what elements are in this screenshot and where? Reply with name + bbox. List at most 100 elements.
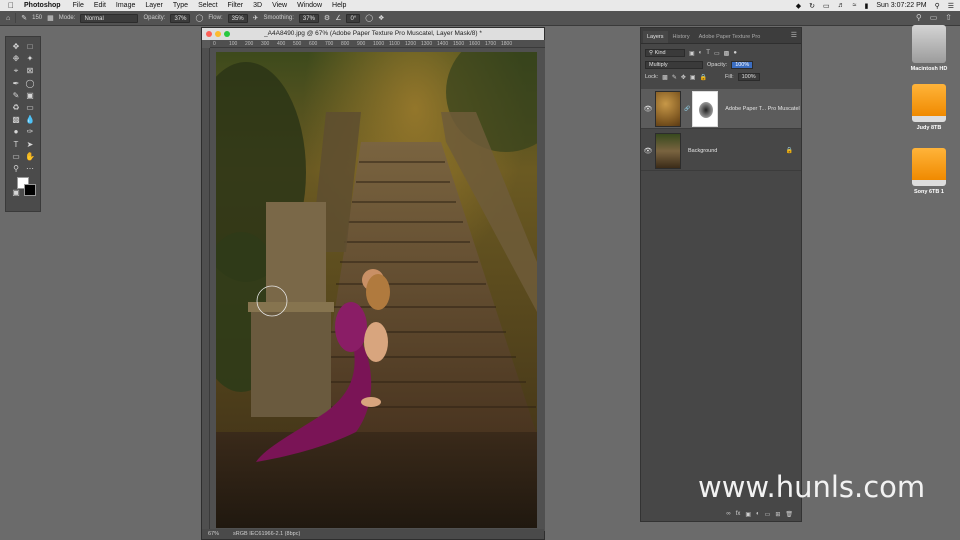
hand-tool-icon[interactable]: ✋ — [23, 151, 37, 163]
angle-icon[interactable]: ∠ — [335, 14, 341, 22]
filter-shape-icon[interactable]: ▭ — [714, 50, 720, 57]
smoothing-field[interactable]: 37% — [298, 13, 319, 23]
layer-opacity-field[interactable]: 100% — [731, 61, 754, 69]
home-icon[interactable]: ⌂ — [6, 15, 10, 22]
visibility-eye-icon[interactable]: 👁 — [641, 105, 655, 113]
layer-name[interactable]: Adobe Paper T... Pro Muscatel — [725, 106, 800, 112]
minimize-window-icon[interactable] — [215, 31, 221, 37]
zoom-level[interactable]: 67% — [208, 529, 219, 539]
panel-menu-icon[interactable]: ☰ — [791, 31, 797, 39]
shape-tool-icon[interactable]: ▭ — [9, 151, 23, 163]
layer-style-icon[interactable]: fx — [736, 511, 741, 517]
marquee-tool-icon[interactable]: □ — [23, 41, 37, 53]
menu-type[interactable]: Type — [173, 2, 188, 9]
wifi-icon[interactable]: ≈ — [853, 2, 857, 9]
stamp-tool-icon[interactable]: ▣ — [23, 90, 37, 102]
magic-wand-icon[interactable]: ✦ — [23, 53, 37, 65]
document-titlebar[interactable]: _A4A8490.jpg @ 67% (Adobe Paper Texture … — [202, 28, 544, 40]
layer-row-background[interactable]: 👁 Background 🔒 — [641, 131, 801, 171]
brush-settings-icon[interactable]: ▦ — [47, 14, 54, 22]
crop-tool-icon[interactable]: ⌖ — [9, 65, 23, 77]
opacity-field[interactable]: 37% — [170, 13, 191, 23]
photo-canvas[interactable] — [216, 52, 537, 528]
lock-pixels-icon[interactable]: ✎ — [672, 74, 677, 81]
background-color-swatch[interactable] — [24, 184, 36, 197]
angle-field[interactable]: 0° — [346, 13, 361, 23]
notification-icon[interactable]: ☰ — [948, 2, 954, 10]
lock-all-icon[interactable]: 🔒 — [700, 74, 707, 81]
link-layers-icon[interactable]: ∞ — [726, 511, 730, 517]
lock-transparency-icon[interactable]: ▩ — [662, 74, 668, 81]
path-selection-icon[interactable]: ➤ — [23, 139, 37, 151]
lock-position-icon[interactable]: ✥ — [681, 74, 686, 81]
smoothing-settings-icon[interactable]: ⚙ — [324, 14, 330, 22]
display-icon[interactable]: ▭ — [823, 2, 830, 10]
filter-adjustment-icon[interactable]: ◐ — [699, 50, 703, 56]
type-tool-icon[interactable]: T — [9, 139, 23, 151]
menu-filter[interactable]: Filter — [228, 2, 244, 9]
share-icon[interactable]: ⇧ — [945, 13, 952, 22]
menu-file[interactable]: File — [73, 2, 84, 9]
tab-paper-texture[interactable]: Adobe Paper Texture Pro — [695, 31, 765, 43]
pen-tool-icon[interactable]: ✑ — [23, 126, 37, 138]
layer-row-paper-texture[interactable]: 👁 🔗 Adobe Paper T... Pro Muscatel — [641, 89, 801, 129]
move-tool-icon[interactable]: ✥ — [9, 41, 23, 53]
healing-brush-icon[interactable]: ◯ — [23, 78, 37, 90]
menu-image[interactable]: Image — [116, 2, 135, 9]
spotlight-icon[interactable]: ⚲ — [935, 2, 940, 10]
sync-icon[interactable]: ↻ — [809, 2, 815, 10]
symmetry-icon[interactable]: ❖ — [378, 14, 384, 22]
menu-clock[interactable]: Sun 3:07:22 PM — [876, 2, 926, 9]
horizontal-ruler[interactable]: 0 100 200 300 400 500 600 700 800 900 10… — [210, 40, 545, 48]
dodge-tool-icon[interactable]: ● — [9, 126, 23, 138]
menu-layer[interactable]: Layer — [145, 2, 163, 9]
desktop-drive-judy[interactable]: Judy 8TB — [904, 84, 954, 131]
eyedropper-icon[interactable]: ✒ — [9, 78, 23, 90]
gradient-tool-icon[interactable]: ▩ — [9, 114, 23, 126]
menu-window[interactable]: Window — [297, 2, 322, 9]
vertical-ruler[interactable] — [202, 48, 210, 531]
blend-mode-select[interactable]: Multiply — [645, 61, 703, 69]
fill-field[interactable]: 100% — [737, 73, 760, 81]
canvas-area[interactable] — [210, 48, 545, 531]
color-profile[interactable]: sRGB IEC61966-2.1 (8bpc) — [233, 529, 300, 539]
mask-link-icon[interactable]: 🔗 — [684, 106, 690, 112]
workspace-icon[interactable]: ▭ — [930, 13, 938, 22]
menu-view[interactable]: View — [272, 2, 287, 9]
layer-name[interactable]: Background — [688, 148, 717, 154]
lock-artboard-icon[interactable]: ▣ — [690, 74, 696, 81]
visibility-eye-icon[interactable]: 👁 — [641, 147, 655, 155]
dropbox-icon[interactable]: ◆ — [796, 2, 801, 10]
blur-tool-icon[interactable]: 💧 — [23, 114, 37, 126]
filter-toggle-icon[interactable]: ● — [733, 50, 737, 56]
filter-pixel-icon[interactable]: ▣ — [689, 50, 695, 57]
brush-tool-icon[interactable]: ✎ — [9, 90, 23, 102]
menu-edit[interactable]: Edit — [94, 2, 106, 9]
zoom-window-icon[interactable] — [224, 31, 230, 37]
desktop-drive-macintosh-hd[interactable]: Macintosh HD — [904, 25, 954, 72]
tab-history[interactable]: History — [669, 31, 694, 43]
more-tools-icon[interactable]: ⋯ — [23, 163, 37, 175]
flow-field[interactable]: 35% — [227, 13, 248, 23]
delete-layer-icon[interactable]: 🗑 — [785, 511, 793, 518]
history-brush-icon[interactable]: ♻ — [9, 102, 23, 114]
filter-kind-select[interactable]: ⚲ Kind — [645, 49, 685, 57]
add-mask-icon[interactable]: ▣ — [745, 511, 751, 518]
close-window-icon[interactable] — [206, 31, 212, 37]
layer-mask-thumbnail[interactable] — [692, 90, 719, 127]
volume-icon[interactable]: ♬ — [838, 2, 845, 9]
menu-app-name[interactable]: Photoshop — [24, 2, 61, 9]
pressure-size-icon[interactable]: ◯ — [365, 14, 373, 22]
filter-smart-object-icon[interactable]: ▩ — [724, 50, 730, 57]
filter-type-icon[interactable]: T — [706, 50, 710, 56]
zoom-tool-icon[interactable]: ⚲ — [9, 163, 23, 175]
pressure-opacity-icon[interactable]: ◯ — [195, 14, 203, 22]
battery-icon[interactable]: ▮ — [865, 2, 869, 10]
new-layer-icon[interactable]: ⊞ — [775, 511, 780, 518]
frame-tool-icon[interactable]: ⊠ — [23, 65, 37, 77]
brush-tool-icon[interactable]: ✎ — [21, 14, 27, 22]
brush-size-value[interactable]: 150 — [32, 15, 42, 21]
airbrush-icon[interactable]: ✈ — [253, 14, 259, 22]
search-icon[interactable]: ⚲ — [916, 13, 922, 22]
tab-layers[interactable]: Layers — [643, 31, 668, 43]
